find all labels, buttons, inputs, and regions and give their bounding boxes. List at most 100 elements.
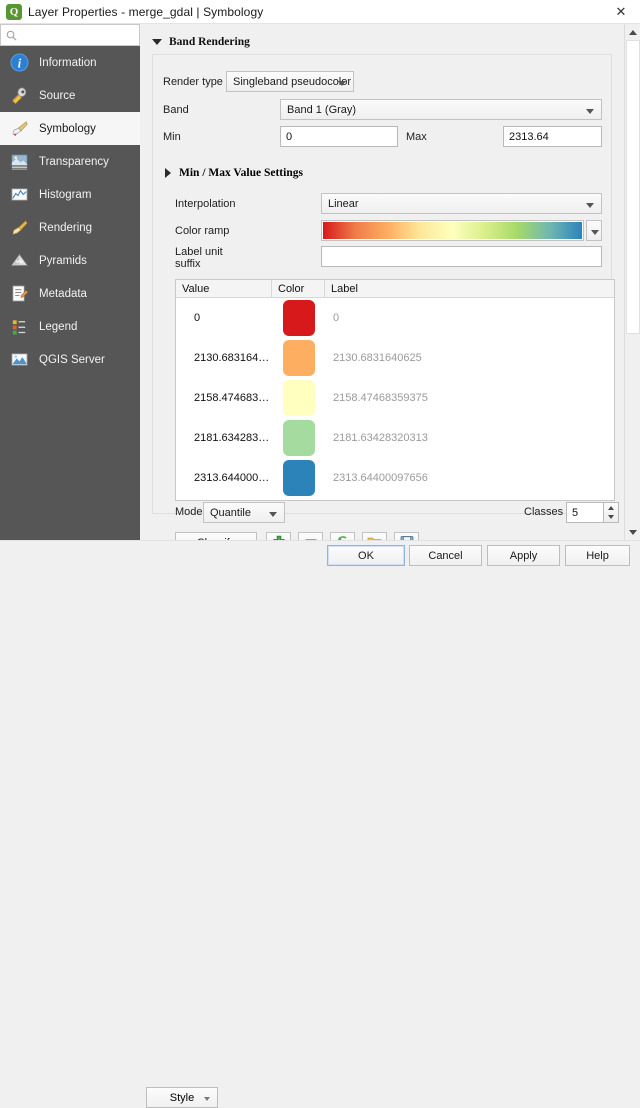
class-value-cell[interactable]: 2313.644000… (176, 472, 272, 484)
table-row[interactable]: 00 (176, 298, 614, 338)
label-unit-suffix-label-line1: Label unit (175, 246, 223, 258)
ok-button[interactable]: OK (327, 545, 405, 566)
sidebar-item-legend[interactable]: Legend (0, 310, 140, 343)
label-unit-suffix-input[interactable] (321, 246, 602, 267)
cancel-button-label: Cancel (428, 549, 463, 562)
stepper-up-icon[interactable] (608, 505, 614, 510)
vertical-scrollbar[interactable] (624, 24, 640, 540)
render-type-combo[interactable]: Singleband pseudocolor (226, 71, 354, 92)
interpolation-combo[interactable]: Linear (321, 193, 602, 214)
class-value-cell[interactable]: 2158.474683… (176, 392, 272, 404)
rendering-icon (8, 217, 30, 239)
class-color-cell[interactable] (272, 460, 325, 496)
mode-combo[interactable]: Quantile (203, 502, 285, 523)
symbology-scroll-area: Band Rendering Render type Singleband ps… (140, 24, 624, 540)
table-row[interactable]: 2130.683164… 2130.6831640625 (176, 338, 614, 378)
table-header-color[interactable]: Color (272, 280, 325, 298)
apply-button[interactable]: Apply (487, 545, 560, 566)
sidebar-item-label: Histogram (39, 188, 92, 201)
sidebar-item-qgis-server[interactable]: QGIS Server (0, 343, 140, 376)
class-value-cell[interactable]: 2181.634283… (176, 432, 272, 444)
close-icon[interactable]: ✕ (610, 3, 632, 21)
title-bar: Q Layer Properties - merge_gdal | Symbol… (0, 0, 640, 24)
sidebar-item-information[interactable]: i Information (0, 46, 140, 79)
sidebar-item-symbology[interactable]: Symbology (0, 112, 140, 145)
class-value-cell[interactable]: 0 (176, 312, 272, 324)
class-label-cell[interactable]: 2130.6831640625 (325, 352, 614, 364)
sidebar: i Information Source Symbology Transpare… (0, 46, 140, 568)
style-button[interactable]: Style (146, 1087, 218, 1108)
scroll-down-button[interactable] (625, 524, 640, 540)
max-input[interactable] (503, 126, 602, 147)
search-input[interactable] (21, 26, 129, 44)
chevron-down-icon (204, 1097, 210, 1101)
dialog-button-bar: Style OK Cancel Apply Help (0, 540, 640, 1108)
add-class-button[interactable] (266, 532, 291, 540)
scroll-up-button[interactable] (625, 24, 640, 40)
classes-input[interactable]: 5 (566, 502, 604, 523)
table-header-label[interactable]: Label (325, 280, 614, 298)
class-value-cell[interactable]: 2130.683164… (176, 352, 272, 364)
scrollbar-track[interactable] (625, 40, 640, 524)
minmax-settings-header[interactable]: Min / Max Value Settings (165, 167, 303, 179)
sidebar-item-transparency[interactable]: Transparency (0, 145, 140, 178)
sidebar-item-label: Pyramids (39, 254, 87, 267)
class-label-cell[interactable]: 2158.47468359375 (325, 392, 614, 404)
save-ramp-button[interactable] (394, 532, 419, 540)
apply-button-label: Apply (509, 549, 538, 562)
ok-button-label: OK (358, 549, 374, 562)
search-box[interactable] (0, 24, 140, 46)
load-ramp-button[interactable] (362, 532, 387, 540)
sidebar-item-histogram[interactable]: Histogram (0, 178, 140, 211)
class-color-cell[interactable] (272, 380, 325, 416)
sidebar-item-metadata[interactable]: Metadata (0, 277, 140, 310)
class-color-cell[interactable] (272, 420, 325, 456)
cancel-button[interactable]: Cancel (409, 545, 482, 566)
color-swatch[interactable] (282, 460, 315, 496)
color-swatch[interactable] (282, 380, 315, 416)
color-swatch[interactable] (282, 340, 315, 376)
mode-label: Mode (175, 506, 203, 518)
remove-class-button[interactable] (298, 532, 323, 540)
color-swatch[interactable] (282, 420, 315, 456)
table-header-row: Value Color Label (176, 280, 614, 298)
sort-classes-button[interactable] (330, 532, 355, 540)
class-color-cell[interactable] (272, 340, 325, 376)
render-type-label: Render type (163, 76, 223, 88)
information-icon: i (8, 52, 30, 74)
symbology-icon (8, 118, 30, 140)
label-unit-suffix-label-line2: suffix (175, 258, 201, 270)
band-rendering-group-header[interactable]: Band Rendering (152, 36, 250, 48)
class-label-cell[interactable]: 0 (325, 312, 614, 324)
stepper-down-icon[interactable] (608, 515, 614, 520)
chevron-right-icon (165, 168, 171, 178)
classes-stepper[interactable] (604, 502, 619, 523)
qgis-logo-icon: Q (6, 3, 22, 20)
table-row[interactable]: 2313.644000… 2313.64400097656 (176, 458, 614, 498)
band-combo[interactable]: Band 1 (Gray) (280, 99, 602, 120)
help-button[interactable]: Help (565, 545, 630, 566)
classify-button[interactable]: Classify (175, 532, 257, 540)
class-label-cell[interactable]: 2181.63428320313 (325, 432, 614, 444)
class-label-cell[interactable]: 2313.64400097656 (325, 472, 614, 484)
scrollbar-thumb[interactable] (626, 40, 640, 334)
color-ramp-preview[interactable] (321, 220, 584, 241)
sidebar-item-source[interactable]: Source (0, 79, 140, 112)
table-row[interactable]: 2181.634283… 2181.63428320313 (176, 418, 614, 458)
color-ramp-label: Color ramp (175, 225, 230, 237)
render-type-value: Singleband pseudocolor (233, 75, 352, 88)
sidebar-item-rendering[interactable]: Rendering (0, 211, 140, 244)
color-ramp-dropdown-button[interactable] (586, 220, 602, 241)
class-color-cell[interactable] (272, 300, 325, 336)
table-header-value[interactable]: Value (176, 280, 272, 298)
chevron-down-icon (338, 81, 346, 86)
color-swatch[interactable] (282, 300, 315, 336)
min-input[interactable] (280, 126, 398, 147)
legend-icon (8, 316, 30, 338)
color-classes-table: Value Color Label 0 0 2130.683164… 2130.683… (175, 279, 615, 501)
sidebar-item-label: Source (39, 89, 76, 102)
sidebar-item-pyramids[interactable]: Pyramids (0, 244, 140, 277)
table-row[interactable]: 2158.474683… 2158.47468359375 (176, 378, 614, 418)
sidebar-item-label: Legend (39, 320, 78, 333)
interpolation-label: Interpolation (175, 198, 236, 210)
